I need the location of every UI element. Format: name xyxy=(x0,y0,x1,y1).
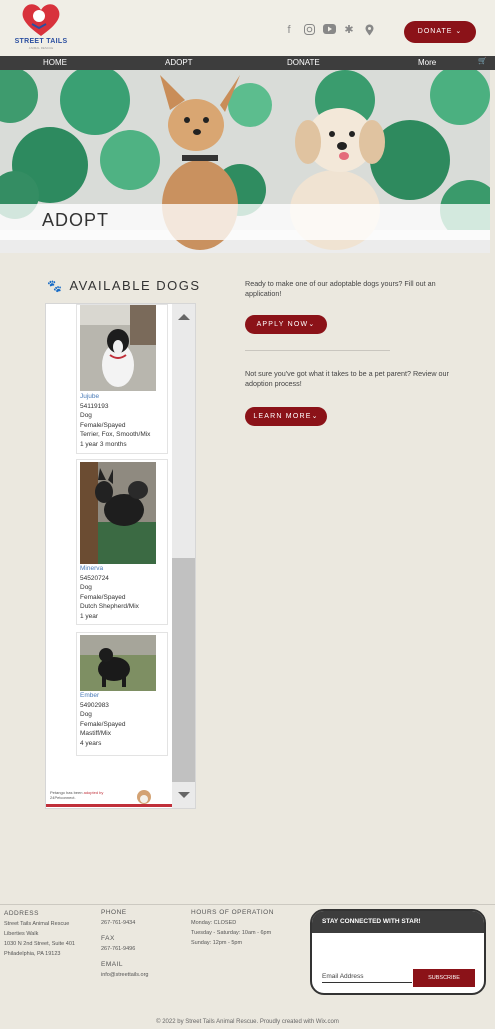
dog-species: Dog xyxy=(80,412,92,420)
footer-hours: HOURS OF OPERATION Monday: CLOSED Tuesda… xyxy=(191,908,274,948)
available-dogs-title: AVAILABLE DOGS xyxy=(69,278,201,293)
address-heading: ADDRESS xyxy=(4,910,39,917)
petango-red-text: adopted by xyxy=(83,790,104,795)
learn-more-label: LEARN MORE xyxy=(253,413,312,420)
dog-photo[interactable] xyxy=(80,462,156,564)
scroll-thumb[interactable] xyxy=(172,558,195,782)
widget-scrollbar[interactable] xyxy=(172,304,195,808)
dog-species: Dog xyxy=(80,711,92,719)
donate-label: DONATE xyxy=(417,28,453,35)
address-line: Philadelphia, PA 19123 xyxy=(4,951,61,957)
dog-sex: Female/Spayed xyxy=(80,421,126,429)
dog-age: 4 years xyxy=(80,739,102,747)
dog-id: 54902983 xyxy=(80,701,109,709)
apply-prompt: Ready to make one of our adoptable dogs … xyxy=(245,279,436,298)
facebook-icon[interactable]: f xyxy=(283,24,295,36)
social-links: f ✱ xyxy=(283,24,375,36)
dog-breed: Mastiff/Mix xyxy=(80,730,111,738)
footer-contact: PHONE 267-761-9434 FAX 267-761-9496 EMAI… xyxy=(101,908,148,980)
newsletter-title: STAY CONNECTED WITH STAR! xyxy=(312,911,484,933)
main-nav: HOME ADOPT DONATE More 🛒 xyxy=(0,56,495,70)
hours-line: Monday: CLOSED xyxy=(191,920,237,926)
phone-number[interactable]: 267-761-9434 xyxy=(101,918,148,928)
instagram-icon[interactable] xyxy=(303,24,315,36)
fax-heading: FAX xyxy=(101,935,115,942)
dog-photo[interactable] xyxy=(80,305,156,391)
dog-info: Ember 54902983 Dog Female/Spayed Mastiff… xyxy=(80,691,126,749)
copyright-text: © 2022 by Street Tails Animal Rescue. Pr… xyxy=(156,1019,339,1025)
petango-credit[interactable]: Petango has been adopted by 24Petconnect… xyxy=(50,790,103,800)
address-line: 1030 N 2nd Street, Suite 401 xyxy=(4,941,75,947)
dog-sex: Female/Spayed xyxy=(80,720,126,728)
dog-name-link[interactable]: Minerva xyxy=(80,564,139,574)
fax-number: 267-761-9496 xyxy=(101,946,136,952)
dog-name-link[interactable]: Jujube xyxy=(80,392,150,402)
yelp-icon[interactable]: ✱ xyxy=(343,24,355,36)
dog-breed: Terrier, Fox, Smooth/Mix xyxy=(80,431,151,439)
scroll-down-arrow-icon[interactable] xyxy=(178,792,190,798)
address-line: Street Tails Animal Rescue xyxy=(4,921,70,927)
page-title: ADOPT xyxy=(42,210,110,230)
site-header: STREET TAILS ANIMAL RESCUE f ✱ DONATE ⌄ xyxy=(0,0,495,56)
nav-item-donate[interactable]: DONATE xyxy=(287,56,320,70)
dog-id: 54520724 xyxy=(80,574,109,582)
petango-brand: 24Petconnect. xyxy=(50,795,76,800)
dog-card[interactable]: Minerva 54520724 Dog Female/Spayed Dutch… xyxy=(76,459,168,625)
hours-heading: HOURS OF OPERATION xyxy=(191,909,274,916)
address-line: Liberties Walk xyxy=(4,931,39,937)
learn-more-button[interactable]: LEARN MORE⌄ xyxy=(245,407,327,426)
dog-name-link[interactable]: Ember xyxy=(80,691,126,701)
chevron-down-icon: ⌄ xyxy=(308,321,316,328)
youtube-icon[interactable] xyxy=(323,24,336,36)
apply-now-label: APPLY NOW xyxy=(256,321,309,328)
paw-icon: 🐾 xyxy=(47,279,64,293)
scroll-up-arrow-icon[interactable] xyxy=(178,314,190,320)
email-heading: EMAIL xyxy=(101,961,124,968)
dog-card[interactable]: Jujube 54119193 Dog Female/Spayed Terrie… xyxy=(76,304,168,454)
dog-sex: Female/Spayed xyxy=(80,593,126,601)
dog-info: Jujube 54119193 Dog Female/Spayed Terrie… xyxy=(80,392,150,450)
adoptable-dogs-widget[interactable]: Jujube 54119193 Dog Female/Spayed Terrie… xyxy=(45,303,196,809)
available-dogs-heading: 🐾 AVAILABLE DOGS xyxy=(47,278,201,293)
location-pin-icon[interactable] xyxy=(363,24,375,36)
dog-id: 54119193 xyxy=(80,402,109,410)
cart-icon[interactable]: 🛒 xyxy=(478,57,487,65)
dog-age: 1 year xyxy=(80,612,99,620)
logo-subtitle: ANIMAL RESCUE xyxy=(28,46,54,50)
logo[interactable]: STREET TAILS ANIMAL RESCUE xyxy=(12,2,70,52)
footer-address: ADDRESS Street Tails Animal Rescue Liber… xyxy=(4,909,75,959)
chevron-down-icon: ⌄ xyxy=(311,413,319,420)
site-footer: ADDRESS Street Tails Animal Rescue Liber… xyxy=(0,904,495,1029)
dog-species: Dog xyxy=(80,584,92,592)
dog-info: Minerva 54520724 Dog Female/Spayed Dutch… xyxy=(80,564,139,622)
logo-text: STREET TAILS xyxy=(14,38,68,45)
petango-dog-image xyxy=(137,790,151,804)
petango-divider xyxy=(46,804,172,807)
heart-logo-icon xyxy=(22,4,60,36)
apply-now-button[interactable]: APPLY NOW⌄ xyxy=(245,315,327,334)
donate-button[interactable]: DONATE ⌄ xyxy=(404,21,476,43)
email-link[interactable]: info@streettails.org xyxy=(101,970,148,980)
nav-item-home[interactable]: HOME xyxy=(43,56,67,70)
learn-prompt: Not sure you've got what it takes to be … xyxy=(245,369,449,388)
subscribe-button[interactable]: SUBSCRIBE xyxy=(413,969,475,987)
newsletter-box: STAY CONNECTED WITH STAR! Email Address … xyxy=(310,909,486,995)
dog-breed: Dutch Shepherd/Mix xyxy=(80,603,139,611)
email-input[interactable]: Email Address xyxy=(322,973,412,983)
hours-line: Sunday: 12pm - 5pm xyxy=(191,940,243,946)
hours-line: Tuesday - Saturday: 10am - 6pm xyxy=(191,930,272,936)
nav-item-adopt[interactable]: ADOPT xyxy=(165,56,193,70)
dog-card[interactable]: Ember 54902983 Dog Female/Spayed Mastiff… xyxy=(76,632,168,756)
nav-item-more[interactable]: More xyxy=(418,56,436,70)
cta-divider xyxy=(245,350,390,351)
phone-heading: PHONE xyxy=(101,909,127,916)
dog-age: 1 year 3 months xyxy=(80,440,127,448)
hero-banner: ADOPT xyxy=(0,70,490,253)
dog-photo[interactable] xyxy=(80,635,156,691)
chevron-down-icon: ⌄ xyxy=(452,28,463,35)
